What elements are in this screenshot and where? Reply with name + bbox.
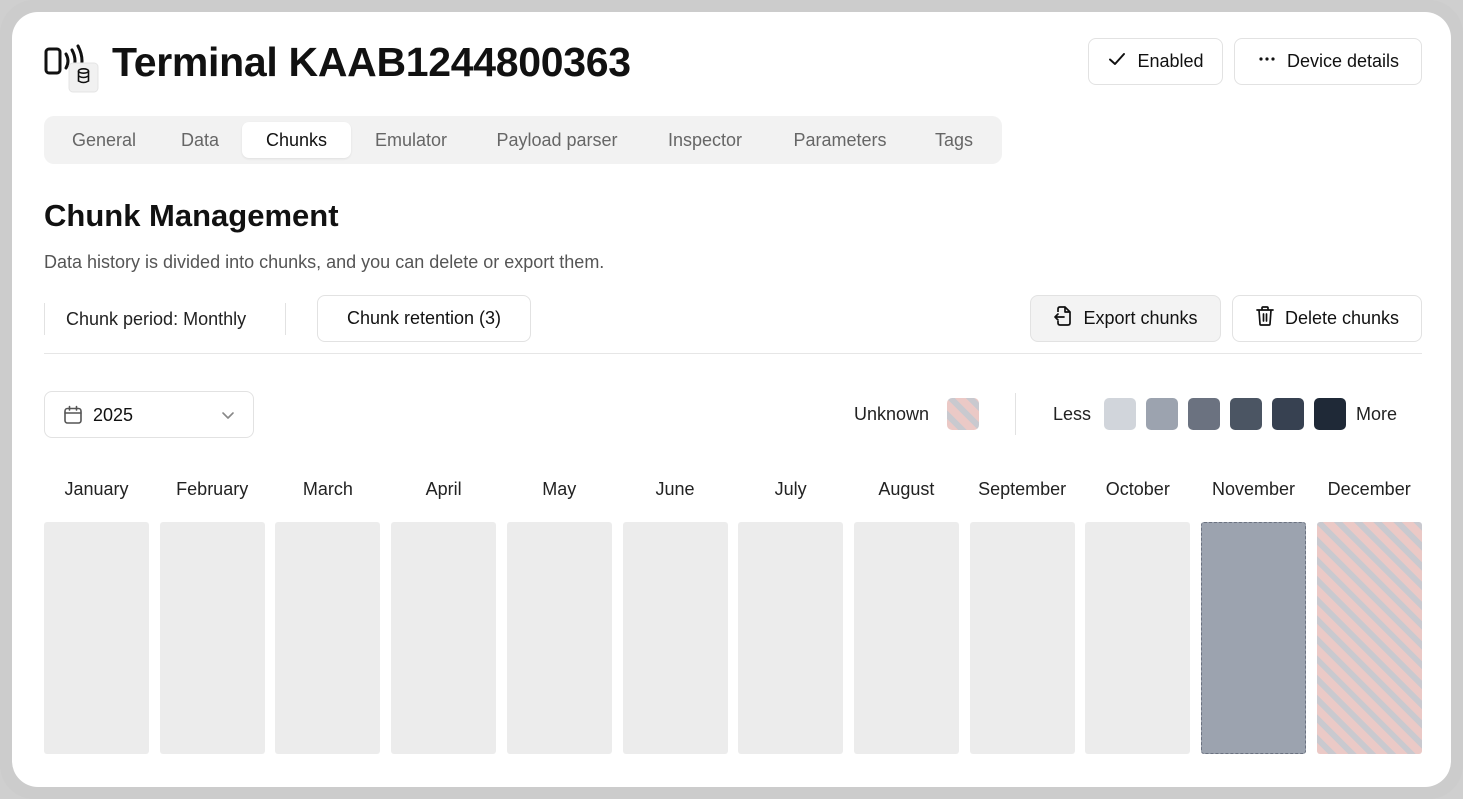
delete-chunks-button[interactable]: Delete chunks	[1232, 295, 1422, 342]
year-select[interactable]: 2025	[44, 391, 254, 438]
terminal-page: Terminal KAAB1244800363 Enabled Device d…	[12, 12, 1451, 787]
more-horizontal-icon	[1257, 49, 1277, 74]
month-chunk-cell[interactable]	[622, 522, 728, 754]
legend-unknown-swatch	[947, 398, 979, 430]
legend-less-label: Less	[1053, 404, 1092, 424]
tab-general[interactable]: General	[50, 122, 158, 158]
device-details-label: Device details	[1286, 51, 1400, 71]
month-chunk-cell[interactable]	[1316, 522, 1422, 754]
divider	[44, 353, 1422, 354]
enabled-button-label: Enabled	[1137, 51, 1204, 71]
section-title: Chunk Management	[44, 198, 339, 233]
terminal-database-icon	[44, 44, 100, 100]
tab-bar: General Data Chunks Emulator Payload par…	[44, 116, 1002, 164]
month-chunk-cell[interactable]	[506, 522, 612, 754]
tab-parameters[interactable]: Parameters	[767, 122, 913, 158]
month-label: December	[1327, 479, 1411, 499]
month-label: August	[878, 479, 935, 499]
section-description: Data history is divided into chunks, and…	[44, 252, 605, 272]
tab-emulator[interactable]: Emulator	[357, 122, 465, 158]
tab-chunks[interactable]: Chunks	[242, 122, 351, 158]
legend-swatch	[1146, 398, 1178, 430]
month-chunk-cell[interactable]	[391, 522, 497, 754]
legend-swatch	[1104, 398, 1136, 430]
chevron-down-icon	[220, 407, 236, 428]
enabled-button[interactable]: Enabled	[1088, 38, 1223, 85]
chunk-retention-button[interactable]: Chunk retention (3)	[317, 295, 531, 342]
legend-swatch	[1230, 398, 1262, 430]
tab-inspector[interactable]: Inspector	[649, 122, 761, 158]
month-label: September	[978, 479, 1067, 499]
month-label: June	[655, 479, 695, 499]
file-export-icon	[1053, 305, 1073, 332]
legend-swatch	[1272, 398, 1304, 430]
device-details-button[interactable]: Device details	[1234, 38, 1422, 85]
check-icon	[1107, 49, 1127, 74]
legend-swatch	[1188, 398, 1220, 430]
year-select-value: 2025	[93, 405, 134, 425]
month-chunk-cell[interactable]	[159, 522, 265, 754]
month-label: March	[302, 479, 353, 499]
export-chunks-button[interactable]: Export chunks	[1030, 295, 1221, 342]
tab-payload-parser[interactable]: Payload parser	[471, 122, 643, 158]
month-chunk-cell[interactable]	[853, 522, 959, 754]
month-label: January	[64, 479, 129, 499]
export-chunks-label: Export chunks	[1083, 308, 1198, 328]
divider	[44, 303, 45, 335]
month-chunk-cell[interactable]	[969, 522, 1075, 754]
calendar-icon	[63, 405, 83, 430]
legend-swatch	[1314, 398, 1346, 430]
page-title: Terminal KAAB1244800363	[112, 39, 631, 85]
month-label: February	[176, 479, 249, 499]
month-label: July	[774, 479, 807, 499]
month-label: October	[1105, 479, 1170, 499]
month-label: April	[425, 479, 462, 499]
month-chunk-cell[interactable]	[738, 522, 844, 754]
month-chunk-cell[interactable]	[275, 522, 381, 754]
month-label: May	[542, 479, 577, 499]
chunk-period-text: Chunk period: Monthly	[66, 309, 247, 329]
delete-chunks-label: Delete chunks	[1284, 308, 1400, 328]
month-chunk-cell[interactable]	[44, 522, 149, 754]
legend-unknown-label: Unknown	[854, 404, 930, 424]
month-chunk-cell[interactable]	[1085, 522, 1191, 754]
divider	[285, 303, 286, 335]
tab-tags[interactable]: Tags	[919, 122, 989, 158]
trash-icon	[1255, 305, 1275, 332]
month-label: November	[1211, 479, 1296, 499]
month-chunk-cell[interactable]	[1201, 522, 1306, 754]
divider	[1015, 393, 1016, 435]
legend-more-label: More	[1356, 404, 1398, 424]
tab-data[interactable]: Data	[162, 122, 238, 158]
